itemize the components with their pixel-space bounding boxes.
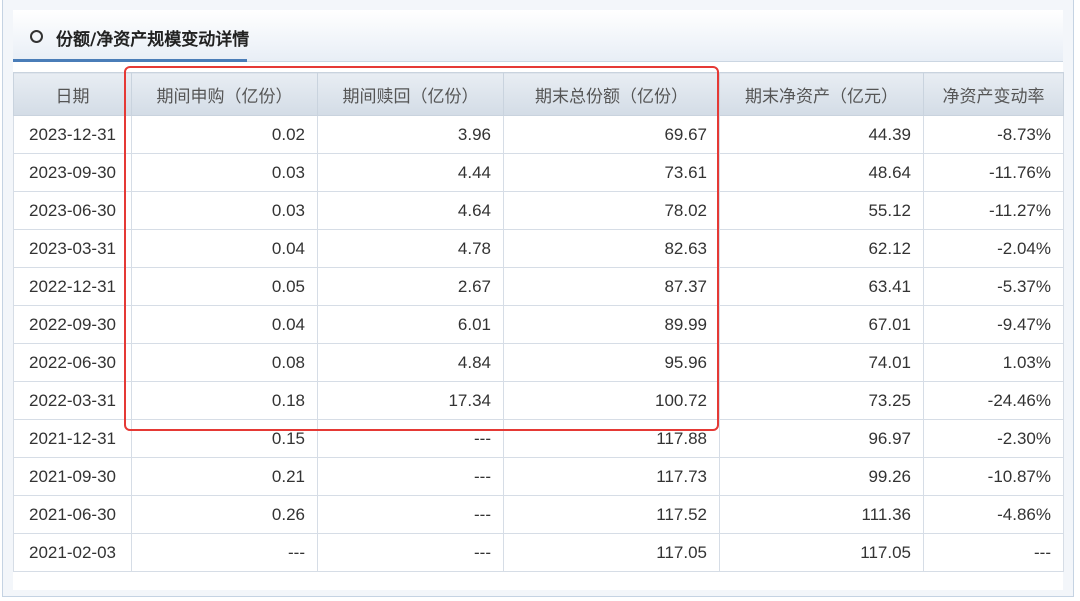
cell-redemption: 4.64 bbox=[317, 191, 504, 230]
table-row: 2021-06-30 0.26 --- 117.52 111.36 -4.86% bbox=[13, 495, 1064, 534]
cell-date: 2021-02-03 bbox=[13, 533, 132, 572]
cell-total-shares: 117.73 bbox=[503, 457, 720, 496]
cell-net-assets: 111.36 bbox=[719, 495, 924, 534]
cell-subscription: 0.15 bbox=[131, 419, 318, 458]
cell-total-shares: 100.72 bbox=[503, 381, 720, 420]
share-change-table: 日期 期间申购（亿份） 期间赎回（亿份） 期末总份额（亿份） 期末净资产（亿元）… bbox=[13, 72, 1064, 572]
header-end-net-assets[interactable]: 期末净资产（亿元） bbox=[719, 72, 924, 116]
share-netasset-panel: 份额/净资产规模变动详情 日期 期间申购（亿份） 期间赎回（亿份） 期末总份额（… bbox=[13, 10, 1064, 590]
header-period-subscription[interactable]: 期间申购（亿份） bbox=[131, 72, 318, 116]
cell-date: 2023-09-30 bbox=[13, 153, 132, 192]
cell-change-rate: -10.87% bbox=[923, 457, 1064, 496]
header-end-total-shares[interactable]: 期末总份额（亿份） bbox=[503, 72, 720, 116]
table-row: 2021-09-30 0.21 --- 117.73 99.26 -10.87% bbox=[13, 457, 1064, 496]
cell-subscription: 0.05 bbox=[131, 267, 318, 306]
panel-title: 份额/净资产规模变动详情 bbox=[56, 30, 250, 50]
cell-net-assets: 67.01 bbox=[719, 305, 924, 344]
cell-redemption: --- bbox=[317, 419, 504, 458]
cell-subscription: 0.26 bbox=[131, 495, 318, 534]
cell-date: 2022-12-31 bbox=[13, 267, 132, 306]
cell-date: 2023-12-31 bbox=[13, 115, 132, 154]
cell-redemption: --- bbox=[317, 495, 504, 534]
cell-redemption: 2.67 bbox=[317, 267, 504, 306]
cell-total-shares: 117.88 bbox=[503, 419, 720, 458]
cell-date: 2021-09-30 bbox=[13, 457, 132, 496]
cell-date: 2021-12-31 bbox=[13, 419, 132, 458]
cell-total-shares: 117.52 bbox=[503, 495, 720, 534]
cell-date: 2022-09-30 bbox=[13, 305, 132, 344]
table-row: 2023-06-30 0.03 4.64 78.02 55.12 -11.27% bbox=[13, 191, 1064, 230]
cell-net-assets: 48.64 bbox=[719, 153, 924, 192]
cell-total-shares: 89.99 bbox=[503, 305, 720, 344]
cell-change-rate: -5.37% bbox=[923, 267, 1064, 306]
table-body: 2023-12-31 0.02 3.96 69.67 44.39 -8.73% 2023-0… bbox=[13, 115, 1064, 572]
header-underline bbox=[13, 59, 247, 62]
cell-redemption: --- bbox=[317, 457, 504, 496]
header-date[interactable]: 日期 bbox=[13, 72, 132, 116]
table-row: 2023-03-31 0.04 4.78 82.63 62.12 -2.04% bbox=[13, 229, 1064, 268]
cell-total-shares: 95.96 bbox=[503, 343, 720, 382]
cell-change-rate: -11.27% bbox=[923, 191, 1064, 230]
cell-net-assets: 117.05 bbox=[719, 533, 924, 572]
cell-change-rate: -4.86% bbox=[923, 495, 1064, 534]
cell-redemption: 4.44 bbox=[317, 153, 504, 192]
cell-total-shares: 87.37 bbox=[503, 267, 720, 306]
page-frame: 份额/净资产规模变动详情 日期 期间申购（亿份） 期间赎回（亿份） 期末总份额（… bbox=[2, 0, 1074, 597]
cell-date: 2022-06-30 bbox=[13, 343, 132, 382]
cell-total-shares: 69.67 bbox=[503, 115, 720, 154]
cell-subscription: 0.03 bbox=[131, 153, 318, 192]
cell-subscription: 0.03 bbox=[131, 191, 318, 230]
cell-date: 2023-06-30 bbox=[13, 191, 132, 230]
cell-change-rate: -24.46% bbox=[923, 381, 1064, 420]
cell-redemption: 4.78 bbox=[317, 229, 504, 268]
cell-total-shares: 78.02 bbox=[503, 191, 720, 230]
cell-date: 2022-03-31 bbox=[13, 381, 132, 420]
cell-redemption: 4.84 bbox=[317, 343, 504, 382]
cell-subscription: 0.18 bbox=[131, 381, 318, 420]
cell-net-assets: 74.01 bbox=[719, 343, 924, 382]
cell-subscription: 0.21 bbox=[131, 457, 318, 496]
cell-subscription: 0.02 bbox=[131, 115, 318, 154]
cell-net-assets: 44.39 bbox=[719, 115, 924, 154]
table-row: 2022-03-31 0.18 17.34 100.72 73.25 -24.46% bbox=[13, 381, 1064, 420]
cell-change-rate: --- bbox=[923, 533, 1064, 572]
cell-subscription: 0.04 bbox=[131, 229, 318, 268]
cell-change-rate: -11.76% bbox=[923, 153, 1064, 192]
cell-date: 2023-03-31 bbox=[13, 229, 132, 268]
header-period-redemption[interactable]: 期间赎回（亿份） bbox=[317, 72, 504, 116]
table-row: 2021-02-03 --- --- 117.05 117.05 --- bbox=[13, 533, 1064, 572]
cell-change-rate: 1.03% bbox=[923, 343, 1064, 382]
cell-redemption: 17.34 bbox=[317, 381, 504, 420]
cell-subscription: 0.08 bbox=[131, 343, 318, 382]
cell-net-assets: 55.12 bbox=[719, 191, 924, 230]
cell-net-assets: 99.26 bbox=[719, 457, 924, 496]
cell-change-rate: -2.04% bbox=[923, 229, 1064, 268]
cell-change-rate: -8.73% bbox=[923, 115, 1064, 154]
cell-net-assets: 96.97 bbox=[719, 419, 924, 458]
table-row: 2022-09-30 0.04 6.01 89.99 67.01 -9.47% bbox=[13, 305, 1064, 344]
cell-net-assets: 73.25 bbox=[719, 381, 924, 420]
table-header-row: 日期 期间申购（亿份） 期间赎回（亿份） 期末总份额（亿份） 期末净资产（亿元）… bbox=[13, 72, 1064, 116]
table-row: 2023-12-31 0.02 3.96 69.67 44.39 -8.73% bbox=[13, 115, 1064, 154]
cell-net-assets: 62.12 bbox=[719, 229, 924, 268]
cell-redemption: --- bbox=[317, 533, 504, 572]
cell-redemption: 3.96 bbox=[317, 115, 504, 154]
cell-subscription: 0.04 bbox=[131, 305, 318, 344]
circle-icon bbox=[30, 30, 43, 43]
cell-net-assets: 63.41 bbox=[719, 267, 924, 306]
cell-total-shares: 73.61 bbox=[503, 153, 720, 192]
cell-total-shares: 117.05 bbox=[503, 533, 720, 572]
table-row: 2023-09-30 0.03 4.44 73.61 48.64 -11.76% bbox=[13, 153, 1064, 192]
cell-subscription: --- bbox=[131, 533, 318, 572]
cell-change-rate: -2.30% bbox=[923, 419, 1064, 458]
cell-total-shares: 82.63 bbox=[503, 229, 720, 268]
table-row: 2022-06-30 0.08 4.84 95.96 74.01 1.03% bbox=[13, 343, 1064, 382]
cell-date: 2021-06-30 bbox=[13, 495, 132, 534]
table-row: 2022-12-31 0.05 2.67 87.37 63.41 -5.37% bbox=[13, 267, 1064, 306]
panel-header: 份额/净资产规模变动详情 bbox=[13, 10, 1063, 62]
cell-redemption: 6.01 bbox=[317, 305, 504, 344]
cell-change-rate: -9.47% bbox=[923, 305, 1064, 344]
table-row: 2021-12-31 0.15 --- 117.88 96.97 -2.30% bbox=[13, 419, 1064, 458]
header-net-asset-change-rate[interactable]: 净资产变动率 bbox=[923, 72, 1064, 116]
